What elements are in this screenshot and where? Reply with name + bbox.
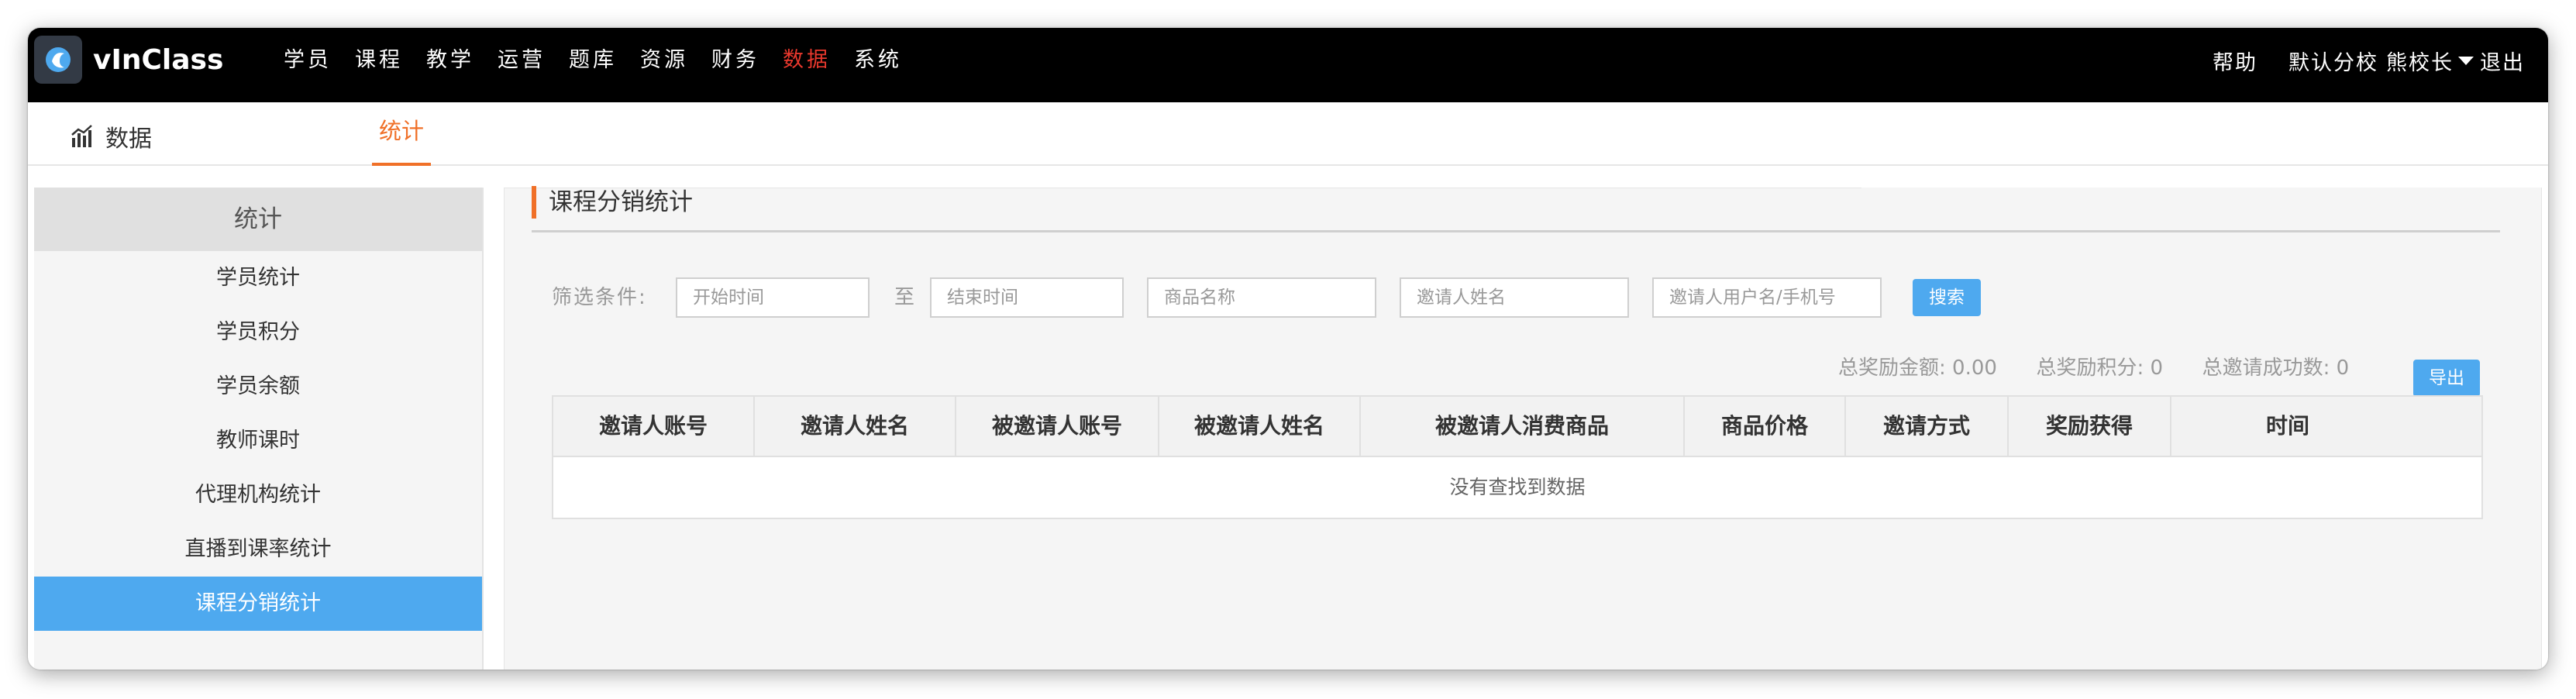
- bar-chart-icon: [71, 125, 92, 147]
- table-column-header: 时间: [2265, 413, 2309, 439]
- section-header: 课程分销统计: [532, 178, 2500, 232]
- tab-statistics[interactable]: 统计: [372, 102, 431, 166]
- total-invites-value: 0: [2336, 356, 2350, 380]
- main-nav: 学员 课程 教学 运营 题库 资源 财务 数据 系统: [284, 43, 925, 77]
- table-column-header: 奖励获得: [2009, 397, 2171, 456]
- start-time-input[interactable]: 开始时间: [676, 277, 870, 318]
- sidebar-item[interactable]: 直播到课率统计: [34, 522, 482, 577]
- nav-item[interactable]: 教学: [426, 43, 474, 77]
- help-link[interactable]: 帮助: [2213, 46, 2257, 76]
- sidebar-item[interactable]: 学员统计: [34, 251, 482, 305]
- top-right-menu: 帮助 默认分校 熊校长 退出: [2213, 43, 2525, 77]
- total-invites-label: 总邀请成功数:: [2202, 356, 2330, 380]
- nav-item[interactable]: 学员: [284, 43, 332, 77]
- empty-state: 没有查找到数据: [1449, 476, 1586, 498]
- sidebar-item[interactable]: 学员余额: [34, 360, 482, 414]
- total-points-label: 总奖励积分:: [2036, 356, 2144, 380]
- logout-link[interactable]: 退出: [2480, 46, 2525, 76]
- sidebar-item[interactable]: 代理机构统计: [34, 468, 482, 522]
- sidebar-item[interactable]: 教师课时: [34, 414, 482, 468]
- chevron-down-icon[interactable]: [2458, 56, 2474, 65]
- total-amount-label: 总奖励金额:: [1838, 356, 1946, 380]
- nav-item[interactable]: 资源: [640, 43, 688, 77]
- sidebar-item[interactable]: 学员积分: [34, 305, 482, 360]
- nav-item[interactable]: 财务: [711, 43, 759, 77]
- table-column-header: 被邀请人消费商品: [1361, 397, 1685, 456]
- app-window: vInClass 学员 课程 教学 运营 题库 资源 财务 数据 系统 帮助 默认分校 熊校长 …: [28, 28, 2548, 670]
- section-accent-bar: [532, 186, 536, 219]
- branch-label[interactable]: 默认分校: [2288, 46, 2378, 76]
- sidebar: 统计 学员统计 学员积分 学员余额 教师课时 代理机构统计 直播到课率统计 课程分销统计: [34, 188, 484, 670]
- table-column-header: 邀请方式: [1846, 397, 2009, 456]
- total-amount-value: 0.00: [1952, 356, 1997, 380]
- end-time-input[interactable]: 结束时间: [930, 277, 1124, 318]
- section-title: 课程分销统计: [549, 188, 693, 216]
- summary-line: 总奖励金额: 0.00 总奖励积分: 0 总邀请成功数: 0: [1838, 349, 2349, 387]
- module-title: 数据: [70, 119, 152, 153]
- product-name-input[interactable]: 商品名称: [1147, 277, 1376, 318]
- nav-item[interactable]: 题库: [569, 43, 617, 77]
- distribution-table: 邀请人账号 邀请人姓名 被邀请人账号 被邀请人姓名 被邀请人消费商品 商品价格 邀请方式 奖励…: [552, 395, 2483, 519]
- export-button[interactable]: 导出: [2413, 360, 2480, 397]
- nav-item[interactable]: 系统: [854, 43, 902, 77]
- range-separator: 至: [894, 286, 915, 309]
- inviter-account-input[interactable]: 邀请人用户名/手机号: [1652, 277, 1882, 318]
- inviter-name-input[interactable]: 邀请人姓名: [1400, 277, 1629, 318]
- table-column-header: 邀请人姓名: [755, 397, 956, 456]
- module-title-text: 数据: [105, 126, 152, 153]
- top-navbar: vInClass 学员 课程 教学 运营 题库 资源 财务 数据 系统 帮助 默认分校 熊校长 …: [28, 28, 2548, 102]
- table-column-header: 被邀请人账号: [956, 397, 1159, 456]
- sidebar-item[interactable]: 课程分销统计: [34, 577, 482, 631]
- filter-label: 筛选条件:: [552, 286, 647, 309]
- user-menu[interactable]: 熊校长: [2386, 46, 2454, 76]
- brand-name[interactable]: vInClass: [93, 43, 223, 77]
- sub-header: 数据 统计: [28, 102, 2548, 166]
- table-column-header: 商品价格: [1685, 397, 1846, 456]
- table-column-header: 邀请人账号: [553, 397, 755, 456]
- nav-item[interactable]: 课程: [355, 43, 403, 77]
- brand-logo-icon[interactable]: [34, 36, 82, 84]
- table-header: 邀请人账号 邀请人姓名 被邀请人账号 被邀请人姓名 被邀请人消费商品 商品价格 邀请方式 奖励…: [553, 397, 2481, 457]
- table-column-header: 被邀请人姓名: [1159, 397, 1361, 456]
- nav-item[interactable]: 数据: [783, 43, 831, 77]
- search-button[interactable]: 搜索: [1913, 279, 1981, 316]
- sidebar-heading: 统计: [34, 188, 482, 251]
- nav-item[interactable]: 运营: [498, 43, 546, 77]
- total-points-value: 0: [2150, 356, 2164, 380]
